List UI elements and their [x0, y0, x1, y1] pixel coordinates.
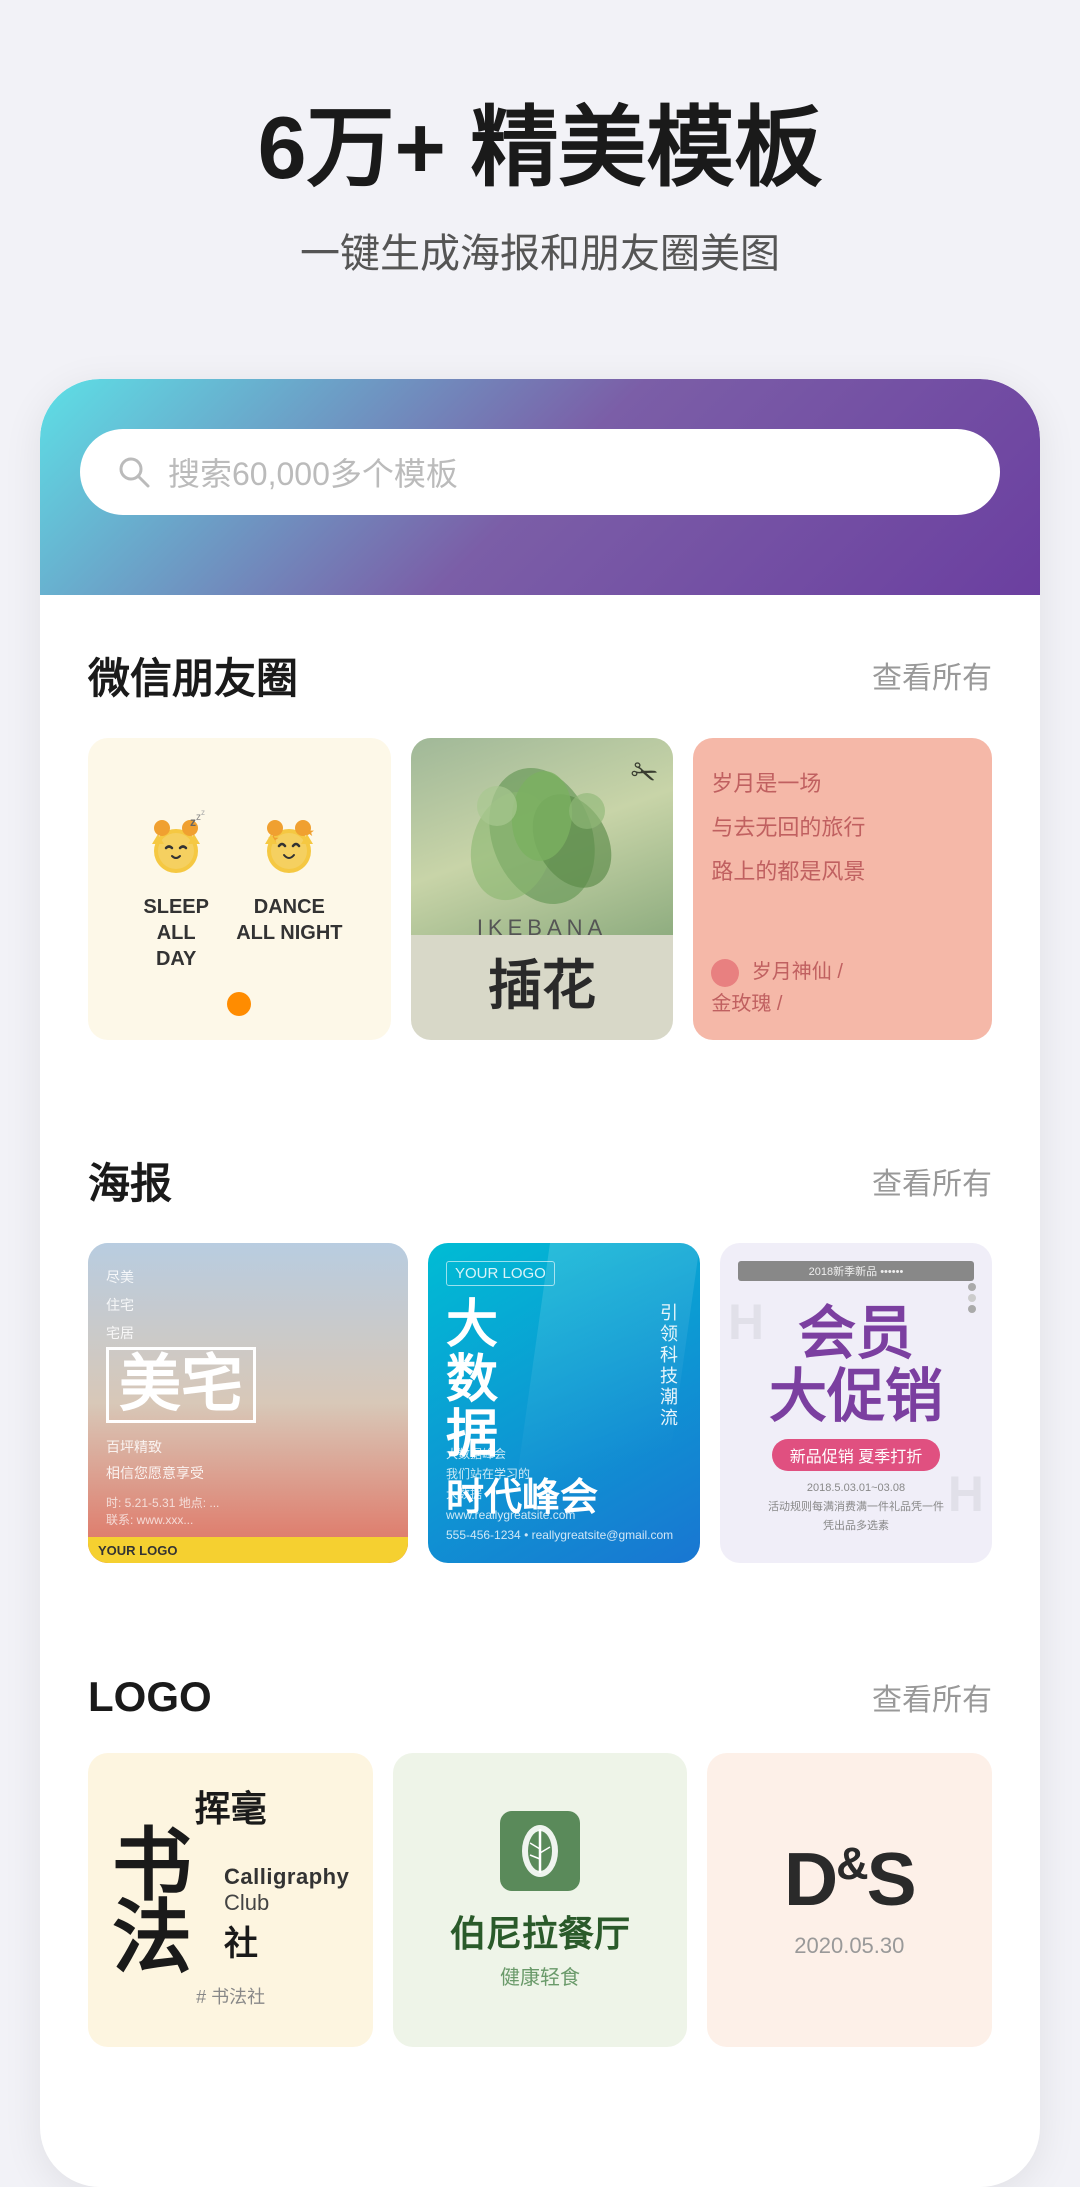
poster1-side-text: 尽美住宅宅居	[106, 1263, 390, 1347]
ikebana-leaves-bg: ✂	[411, 738, 674, 935]
ikebana-en: IKEBANA	[477, 915, 607, 941]
poster-card-3[interactable]: 2018新季新品 •••••• H H 会员大促销 新品促销 夏季打折 2018…	[720, 1243, 992, 1563]
poster3-main: 会员大促销	[769, 1302, 943, 1430]
app-card: 搜索60,000多个模板 微信朋友圈 查看所有	[40, 379, 1040, 2187]
restaurant-zh: 伯尼拉餐厅	[450, 1905, 630, 1957]
poster2-bottom: 大数据峰会我们站在学习的大数据www.reallygreatsite.com55…	[446, 1444, 682, 1546]
logo-card-ds[interactable]: D&S 2020.05.30	[707, 1753, 992, 2046]
poster-grid: 尽美住宅宅居 美宅 百坪精致相信您愿意享受 时: 5.21-5.31 地点: .…	[88, 1243, 992, 1563]
calli-zh-group: 挥毫	[195, 1791, 267, 1827]
poster2-side: 引领科技潮流	[653, 1303, 682, 1429]
wechat-section-header: 微信朋友圈 查看所有	[88, 645, 992, 706]
hero-section: 6万+ 精美模板 一键生成海报和朋友圈美图	[0, 0, 1080, 339]
sleep-label: SLEEPALLDAY	[143, 894, 209, 972]
logo-section-header: LOGO 查看所有	[88, 1673, 992, 1721]
poster-card-1[interactable]: 尽美住宅宅居 美宅 百坪精致相信您愿意享受 时: 5.21-5.31 地点: .…	[88, 1243, 408, 1563]
search-placeholder: 搜索60,000多个模板	[168, 449, 458, 495]
hero-subtitle: 一键生成海报和朋友圈美图	[60, 221, 1020, 279]
logo-card-restaurant[interactable]: 伯尼拉餐厅 健康轻食	[393, 1753, 686, 2046]
dancing-cat-icon: ★ ★	[249, 806, 329, 886]
wechat-card-ikebana[interactable]: ✂ IKEBANA 插花	[411, 738, 674, 1041]
poster-title: 海报	[88, 1150, 172, 1211]
calli-en-block: Calligraphy Club 社	[224, 1864, 349, 1965]
calligraphy-logo-middle: 书法 Calligraphy Club 社	[112, 1831, 349, 1975]
poster-section: 海报 查看所有 尽美住宅宅居 美宅 百坪精致相信您愿意享受 时: 5.21-5.…	[40, 1100, 1040, 1563]
poster3-content: 2018新季新品 •••••• H H 会员大促销 新品促销 夏季打折 2018…	[720, 1243, 992, 1563]
sleep-group: z z z SLEEPALLDAY	[136, 806, 216, 972]
search-header: 搜索60,000多个模板	[40, 379, 1040, 595]
leaf-icon	[515, 1821, 565, 1881]
ikebana-text: IKEBANA 插花	[477, 915, 607, 1020]
calligraphy-logo-top: 挥毫	[195, 1791, 267, 1827]
ikebana-zh: 插花	[477, 941, 607, 1020]
hero-title: 6万+ 精美模板	[60, 100, 1020, 197]
poster3-main-area: 会员大促销 新品促销 夏季打折 2018.5.03.01~03.08活动规则每满…	[738, 1291, 974, 1545]
logo-title: LOGO	[88, 1673, 212, 1721]
orange-dot	[227, 992, 251, 1016]
poster1-main: 美宅	[106, 1347, 256, 1423]
ds-date: 2020.05.30	[794, 1933, 904, 1959]
ds-letters: D&S	[784, 1841, 915, 1917]
calli-hashtag: # 书法社	[196, 1983, 265, 2009]
poem-author: 岁月神仙 /金玫瑰 /	[711, 955, 974, 1017]
wechat-card-sleep-dance[interactable]: z z z SLEEPALLDAY	[88, 738, 391, 1041]
logo-section: LOGO 查看所有 挥毫 书法 Calligraphy Club 社	[40, 1623, 1040, 2046]
leaves-illustration	[442, 756, 642, 916]
logo-more[interactable]: 查看所有	[872, 1675, 992, 1719]
wechat-more[interactable]: 查看所有	[872, 653, 992, 697]
logo-grid: 挥毫 书法 Calligraphy Club 社 # 书法社	[88, 1753, 992, 2046]
poem-text: 岁月是一场与去无回的旅行路上的都是风景	[711, 762, 974, 939]
poster3-topbar: 2018新季新品 ••••••	[738, 1261, 974, 1281]
search-bar[interactable]: 搜索60,000多个模板	[80, 429, 1000, 515]
poster3-corner-deco	[968, 1283, 976, 1313]
poster1-desc: 百坪精致相信您愿意享受	[106, 1435, 390, 1485]
poster-card-2[interactable]: YOUR LOGO 大数据 时代峰会 引领科技潮流 大数据峰会我们站在学习的大数…	[428, 1243, 700, 1563]
poster3-sub: 新品促销 夏季打折	[772, 1439, 940, 1471]
dance-label: DANCEALL NIGHT	[236, 894, 342, 946]
poster2-main: 大数据	[446, 1298, 682, 1462]
wechat-grid: z z z SLEEPALLDAY	[88, 738, 992, 1041]
search-icon	[116, 454, 152, 490]
poster1-date: 时: 5.21-5.31 地点: ...联系: www.xxx...	[106, 1494, 390, 1528]
sleeping-cat-icon: z z z	[136, 806, 216, 886]
wechat-title: 微信朋友圈	[88, 645, 298, 706]
svg-text:z: z	[201, 808, 205, 817]
wechat-section: 微信朋友圈 查看所有	[40, 595, 1040, 1041]
restaurant-en: 健康轻食	[450, 1961, 630, 1990]
bottom-spacing	[40, 2047, 1040, 2127]
poster3-dates: 2018.5.03.01~03.08活动规则每满消费满一件礼品凭一件凭出品多选素	[768, 1479, 944, 1535]
poster-section-header: 海报 查看所有	[88, 1150, 992, 1211]
dance-group: ★ ★ DANCEALL NIGHT	[236, 806, 342, 946]
poster2-logo: YOUR LOGO	[446, 1261, 555, 1286]
wechat-card-poem[interactable]: 岁月是一场与去无回的旅行路上的都是风景 岁月神仙 /金玫瑰 /	[693, 738, 992, 1041]
restaurant-name: 伯尼拉餐厅 健康轻食	[450, 1905, 630, 1990]
poster1-bg: 尽美住宅宅居 美宅 百坪精致相信您愿意享受 时: 5.21-5.31 地点: .…	[88, 1243, 408, 1563]
poster-more[interactable]: 查看所有	[872, 1159, 992, 1203]
poster2-content: YOUR LOGO 大数据 时代峰会 引领科技潮流 大数据峰会我们站在学习的大数…	[428, 1243, 700, 1563]
poster1-bottom: YOUR LOGO	[88, 1537, 408, 1563]
logo-card-calligraphy[interactable]: 挥毫 书法 Calligraphy Club 社 # 书法社	[88, 1753, 373, 2046]
restaurant-icon	[500, 1811, 580, 1891]
